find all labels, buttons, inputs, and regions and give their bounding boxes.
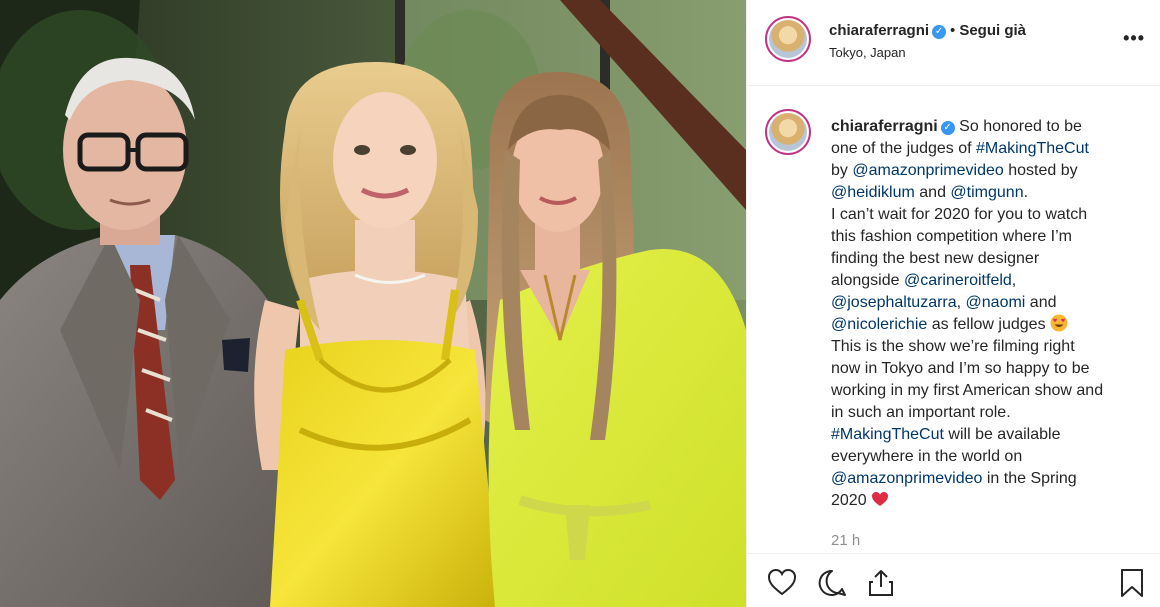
caption-text: 2020 (831, 492, 872, 509)
mention-link[interactable]: @josephaltuzarra (831, 294, 957, 311)
more-options-icon[interactable]: ••• (1123, 28, 1145, 49)
post-photo[interactable] (0, 0, 746, 607)
mention-link[interactable]: @amazonprimevideo (852, 162, 1003, 179)
post-actions-bar (747, 553, 1160, 607)
caption-text: So honored to be (959, 118, 1082, 135)
caption-text: This is the show we’re filming right (831, 338, 1075, 355)
hashtag-link[interactable]: #MakingTheCut (831, 426, 944, 443)
author-line: chiaraferragni ✓ • Segui già (829, 22, 1026, 39)
post-timestamp[interactable]: 21 h (831, 532, 860, 549)
caption-text: now in Tokyo and I’m so happy to be (831, 360, 1090, 377)
post-details-panel: chiaraferragni ✓ • Segui già Tokyo, Japan •… (746, 0, 1160, 607)
caption-line: working in my first American show and (831, 380, 1141, 402)
judges-photo-illustration (0, 0, 746, 607)
caption-text: and (1025, 294, 1057, 311)
caption-text: finding the best new designer (831, 250, 1040, 267)
caption-line: #MakingTheCut will be available (831, 424, 1141, 446)
verified-badge-icon: ✓ (932, 25, 947, 39)
follow-status-button[interactable]: Segui già (959, 22, 1026, 39)
caption-text: alongside (831, 272, 904, 289)
caption-area: chiaraferragni ✓ So honored to be one of t… (747, 87, 1160, 553)
comment-bubble-icon[interactable] (817, 568, 847, 598)
caption-line: I can’t wait for 2020 for you to watch (831, 204, 1141, 226)
caption-line: now in Tokyo and I’m so happy to be (831, 358, 1141, 380)
caption-text: everywhere in the world on (831, 448, 1023, 465)
author-avatar[interactable] (765, 16, 811, 62)
caption-text: in such an important role. (831, 404, 1011, 421)
separator-dot: • (950, 22, 956, 39)
caption-text: , (1011, 272, 1017, 289)
caption-text: hosted by (1003, 162, 1078, 179)
hashtag-link[interactable]: #MakingTheCut (976, 140, 1089, 157)
caption-line: this fashion competition where I’m (831, 226, 1141, 248)
caption-text: working in my first American show and (831, 382, 1104, 399)
caption-line: @heidiklum and @timgunn. (831, 182, 1141, 204)
caption-line: @nicolerichie as fellow judges (831, 314, 1141, 336)
like-heart-icon[interactable] (767, 568, 797, 596)
caption-line: chiaraferragni ✓ So honored to be (831, 116, 1141, 138)
caption-text: this fashion competition where I’m (831, 228, 1072, 245)
caption-line: everywhere in the world on (831, 446, 1141, 468)
author-username[interactable]: chiaraferragni (829, 22, 929, 39)
post-caption: chiaraferragni ✓ So honored to be one of t… (831, 116, 1141, 512)
mention-link[interactable]: @naomi (966, 294, 1026, 311)
mention-link[interactable]: @amazonprimevideo (831, 470, 982, 487)
caption-text: I can’t wait for 2020 for you to watch (831, 206, 1088, 223)
caption-line: alongside @carineroitfeld, (831, 270, 1141, 292)
caption-text: as fellow judges (927, 316, 1051, 333)
red-heart-emoji-icon (872, 492, 889, 506)
caption-author-avatar[interactable] (765, 109, 811, 155)
caption-text: by (831, 162, 853, 179)
caption-text: will be available (943, 426, 1061, 443)
caption-text: in the Spring (982, 470, 1077, 487)
caption-line: This is the show we’re filming right (831, 336, 1141, 358)
caption-line: @amazonprimevideo in the Spring (831, 468, 1141, 490)
caption-text: , (956, 294, 966, 311)
caption-line: by @amazonprimevideo hosted by (831, 160, 1141, 182)
caption-text: and (914, 184, 951, 201)
mention-link[interactable]: @heidiklum (831, 184, 915, 201)
verified-badge-icon: ✓ (940, 121, 955, 135)
caption-line: finding the best new designer (831, 248, 1141, 270)
caption-line: @josephaltuzarra, @naomi and (831, 292, 1141, 314)
save-bookmark-icon[interactable] (1119, 568, 1145, 598)
mention-link[interactable]: @carineroitfeld (904, 272, 1012, 289)
caption-text: one of the judges of (831, 140, 976, 157)
caption-line: in such an important role. (831, 402, 1141, 424)
mention-link[interactable]: @timgunn (950, 184, 1023, 201)
post-header: chiaraferragni ✓ • Segui già Tokyo, Japan •… (747, 0, 1160, 86)
mention-link[interactable]: @nicolerichie (831, 316, 927, 333)
caption-text: . (1023, 184, 1029, 201)
caption-line: one of the judges of #MakingTheCut (831, 138, 1141, 160)
share-icon[interactable] (867, 568, 895, 598)
caption-line: 2020 (831, 490, 1141, 512)
heart-eyes-emoji-icon (1050, 314, 1068, 332)
post-location[interactable]: Tokyo, Japan (829, 45, 906, 60)
caption-username[interactable]: chiaraferragni (831, 118, 938, 135)
